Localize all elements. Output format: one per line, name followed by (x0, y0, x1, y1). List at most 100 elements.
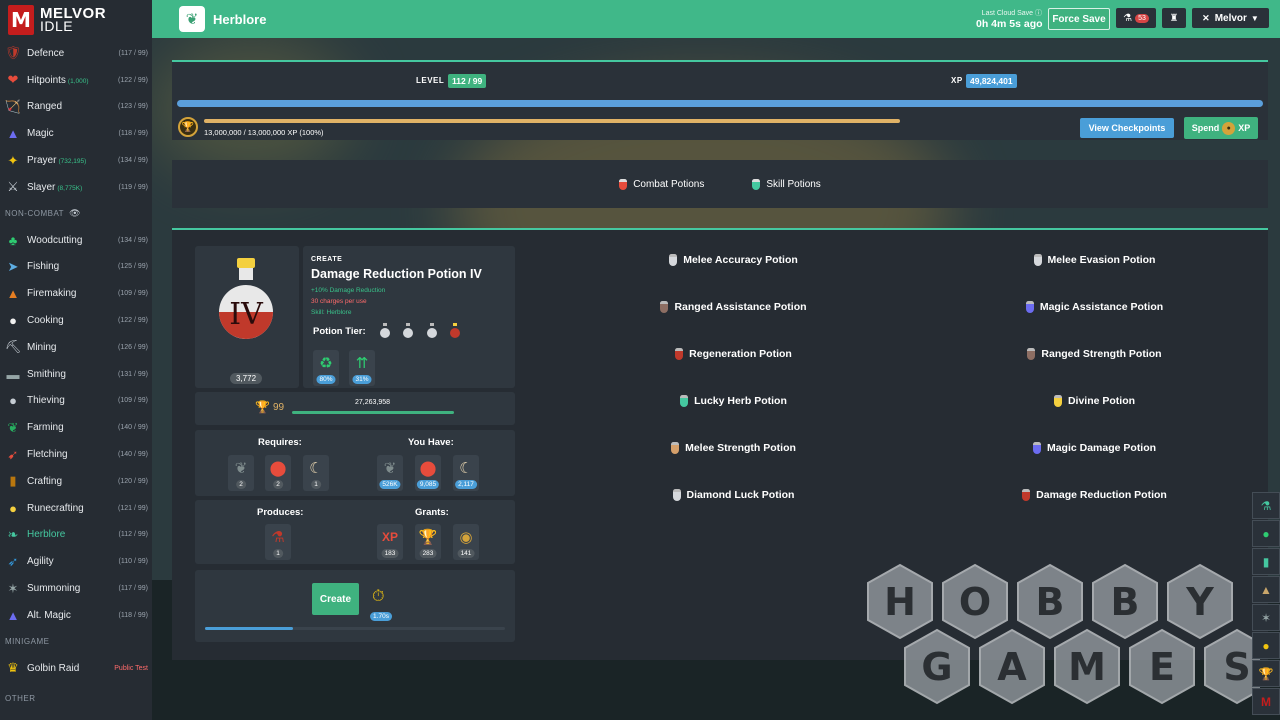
sidebar-item-magic[interactable]: ▲ Magic (118 / 99) (0, 120, 152, 147)
recipe-label: Damage Reduction Potion (1036, 489, 1167, 501)
sidebar-item-slayer[interactable]: ⚔ Slayer (8,775K) (119 / 99) (0, 174, 152, 201)
sidebar-item-fletching[interactable]: ➹ Fletching (140 / 99) (0, 441, 152, 468)
potion-icon: ⚗ (1123, 12, 1133, 24)
recipe-regeneration-potion[interactable]: Regeneration Potion (675, 348, 792, 360)
sidebar-item-label: Mining (27, 341, 57, 353)
recipe-ranged-assistance-potion[interactable]: Ranged Assistance Potion (660, 301, 807, 313)
sidebar-item-defence[interactable]: 🛡 Defence (117 / 99) (0, 40, 152, 67)
sidebar-item-cooking[interactable]: ● Cooking (122 / 99) (0, 307, 152, 334)
sidebar-item-herblore[interactable]: ❧ Herblore (112 / 99) (0, 522, 152, 549)
produces-label: Produces: (257, 507, 304, 518)
sidebar-item-woodcutting[interactable]: ♣ Woodcutting (134 / 99) (0, 227, 152, 254)
sidebar-item-label: Smithing (27, 368, 66, 380)
grants-xp-qty: 183 (381, 549, 399, 558)
recipe-lucky-herb-potion[interactable]: Lucky Herb Potion (680, 395, 787, 407)
sidebar-item-alt-magic[interactable]: ▲ Alt. Magic (118 / 99) (0, 602, 152, 629)
game-logo[interactable]: M MELVOR IDLE (0, 0, 152, 40)
castle-button[interactable]: ♜ (1162, 8, 1186, 28)
tier-4-potion-icon[interactable] (449, 323, 461, 339)
potion-icon (671, 442, 680, 454)
sidebar-item-thieving[interactable]: ● Thieving (109 / 99) (0, 388, 152, 415)
tab-combat-potions[interactable]: Combat Potions (619, 178, 704, 190)
sidebar-item-label: Defence (27, 47, 65, 59)
toolbar-equipment-button[interactable]: ▮ (1252, 548, 1280, 575)
grants-mastery-qty: 283 (419, 549, 437, 558)
sidebar-item-ranged[interactable]: 🏹 Ranged (123 / 99) (0, 94, 152, 121)
spend-mastery-xp-button[interactable]: Spend ● XP (1184, 117, 1258, 139)
sidebar-item-crafting[interactable]: ▮ Crafting (120 / 99) (0, 468, 152, 495)
recipe-label: Ranged Strength Potion (1041, 348, 1162, 360)
ranged-icon: 🏹 (4, 98, 22, 114)
prayer-icon: ✦ (7, 152, 19, 168)
sidebar-item-farming[interactable]: ❦ Farming (140 / 99) (0, 414, 152, 441)
sidebar-item-level: (117 / 99) (118, 585, 148, 593)
sidebar-item-level: (112 / 99) (118, 531, 148, 539)
potion-icon (1027, 348, 1036, 360)
hobby-games-watermark: H O B B Y G A M E S (867, 563, 1260, 705)
sidebar-item-label: Golbin Raid (27, 662, 80, 674)
herb-icon: ❦ (234, 460, 248, 477)
sidebar-item-sub: (1,000) (67, 77, 89, 85)
recipe-divine-potion[interactable]: Divine Potion (1053, 395, 1135, 407)
tab-skill-potions[interactable]: Skill Potions (752, 178, 821, 190)
toolbar-summon-button[interactable]: ✶ (1252, 604, 1280, 631)
section-other: OTHER (5, 694, 36, 704)
skill-progress-panel: LEVEL 112 / 99 XP 49,824,401 🏆 13,000,00… (172, 60, 1268, 140)
recipe-ranged-strength-potion[interactable]: Ranged Strength Potion (1027, 348, 1162, 360)
requires-horn-qty: 1 (311, 480, 321, 489)
user-menu-button[interactable]: ✕ Melvor ▼ (1192, 8, 1269, 28)
toolbar-bulb-button[interactable]: ● (1252, 632, 1280, 659)
mastery-box: 🏆 99 27,263,958 (195, 392, 515, 425)
have-mushroom-qty: 9,085 (416, 480, 440, 489)
tier-2-potion-icon[interactable] (402, 323, 414, 339)
force-save-button[interactable]: Force Save (1048, 8, 1110, 30)
recipe-melee-accuracy-potion[interactable]: Melee Accuracy Potion (669, 254, 798, 266)
recipe-melee-evasion-potion[interactable]: Melee Evasion Potion (1033, 254, 1155, 266)
xp-label: XP (951, 76, 963, 85)
sidebar-item-smithing[interactable]: ▬ Smithing (131 / 99) (0, 361, 152, 388)
sidebar-item-level: (110 / 99) (118, 558, 148, 566)
sidebar-item-label: Summoning (27, 583, 81, 595)
view-checkpoints-button[interactable]: View Checkpoints (1080, 118, 1174, 138)
recipe-label: Ranged Assistance Potion (674, 301, 807, 313)
recipe-magic-assistance-potion[interactable]: Magic Assistance Potion (1025, 301, 1163, 313)
recipe-label: Regeneration Potion (689, 348, 792, 360)
sidebar-item-agility[interactable]: ➶ Agility (110 / 99) (0, 548, 152, 575)
toolbar-loot-button[interactable]: ▲ (1252, 576, 1280, 603)
user-name: Melvor (1214, 12, 1247, 24)
trophy-icon: 🏆 (255, 400, 270, 414)
requires-mushroom-qty: 2 (273, 480, 283, 489)
sidebar-item-summoning[interactable]: ✶ Summoning (117 / 99) (0, 575, 152, 602)
sidebar-item-firemaking[interactable]: ▲ Firemaking (109 / 99) (0, 280, 152, 307)
sidebar-item-prayer[interactable]: ✦ Prayer (732,195) (134 / 99) (0, 147, 152, 174)
toolbar-food-button[interactable]: ● (1252, 520, 1280, 547)
sidebar-item-label: Firemaking (27, 288, 77, 300)
toolbar-melvor-button[interactable]: M (1252, 688, 1280, 715)
sidebar-item-hitpoints[interactable]: ❤ Hitpoints (1,000) (122 / 99) (0, 67, 152, 94)
recipe-melee-strength-potion[interactable]: Melee Strength Potion (671, 442, 796, 454)
sidebar-item-golbin-raid[interactable]: ♛ Golbin Raid Public Test (0, 655, 152, 682)
eye-icon[interactable]: 👁 (69, 208, 81, 219)
recipe-damage-reduction-potion[interactable]: Damage Reduction Potion (1022, 489, 1167, 501)
info-icon[interactable]: ⓘ (1035, 10, 1042, 17)
tier-3-potion-icon[interactable] (426, 323, 438, 339)
watermark-letter: G (921, 645, 952, 689)
herblore-icon: ❦ (179, 6, 205, 32)
recipe-diamond-luck-potion[interactable]: Diamond Luck Potion (672, 489, 794, 501)
create-button[interactable]: Create (312, 583, 359, 615)
toolbar-potion-button[interactable]: ⚗ (1252, 492, 1280, 519)
tier-1-potion-icon[interactable] (379, 323, 391, 339)
farming-icon: ❦ (7, 419, 19, 435)
notifications-button[interactable]: ⚗ 53 (1116, 8, 1156, 28)
toolbar-trophy-button[interactable]: 🏆 (1252, 660, 1280, 687)
sidebar-item-runecrafting[interactable]: ● Runecrafting (121 / 99) (0, 495, 152, 522)
mushroom-icon: ⬤ (419, 460, 437, 477)
sidebar-item-fishing[interactable]: ➤ Fishing (125 / 99) (0, 254, 152, 281)
sidebar-item-mining[interactable]: ⛏ Mining (126 / 99) (0, 334, 152, 361)
watermark-letter: S (1223, 645, 1250, 689)
recipe-label: Melee Accuracy Potion (683, 254, 798, 266)
recipe-magic-damage-potion[interactable]: Magic Damage Potion (1032, 442, 1156, 454)
recipe-label: Melee Strength Potion (685, 442, 796, 454)
crafting-icon: ▮ (9, 473, 17, 489)
sidebar-item-label: Woodcutting (27, 234, 83, 246)
